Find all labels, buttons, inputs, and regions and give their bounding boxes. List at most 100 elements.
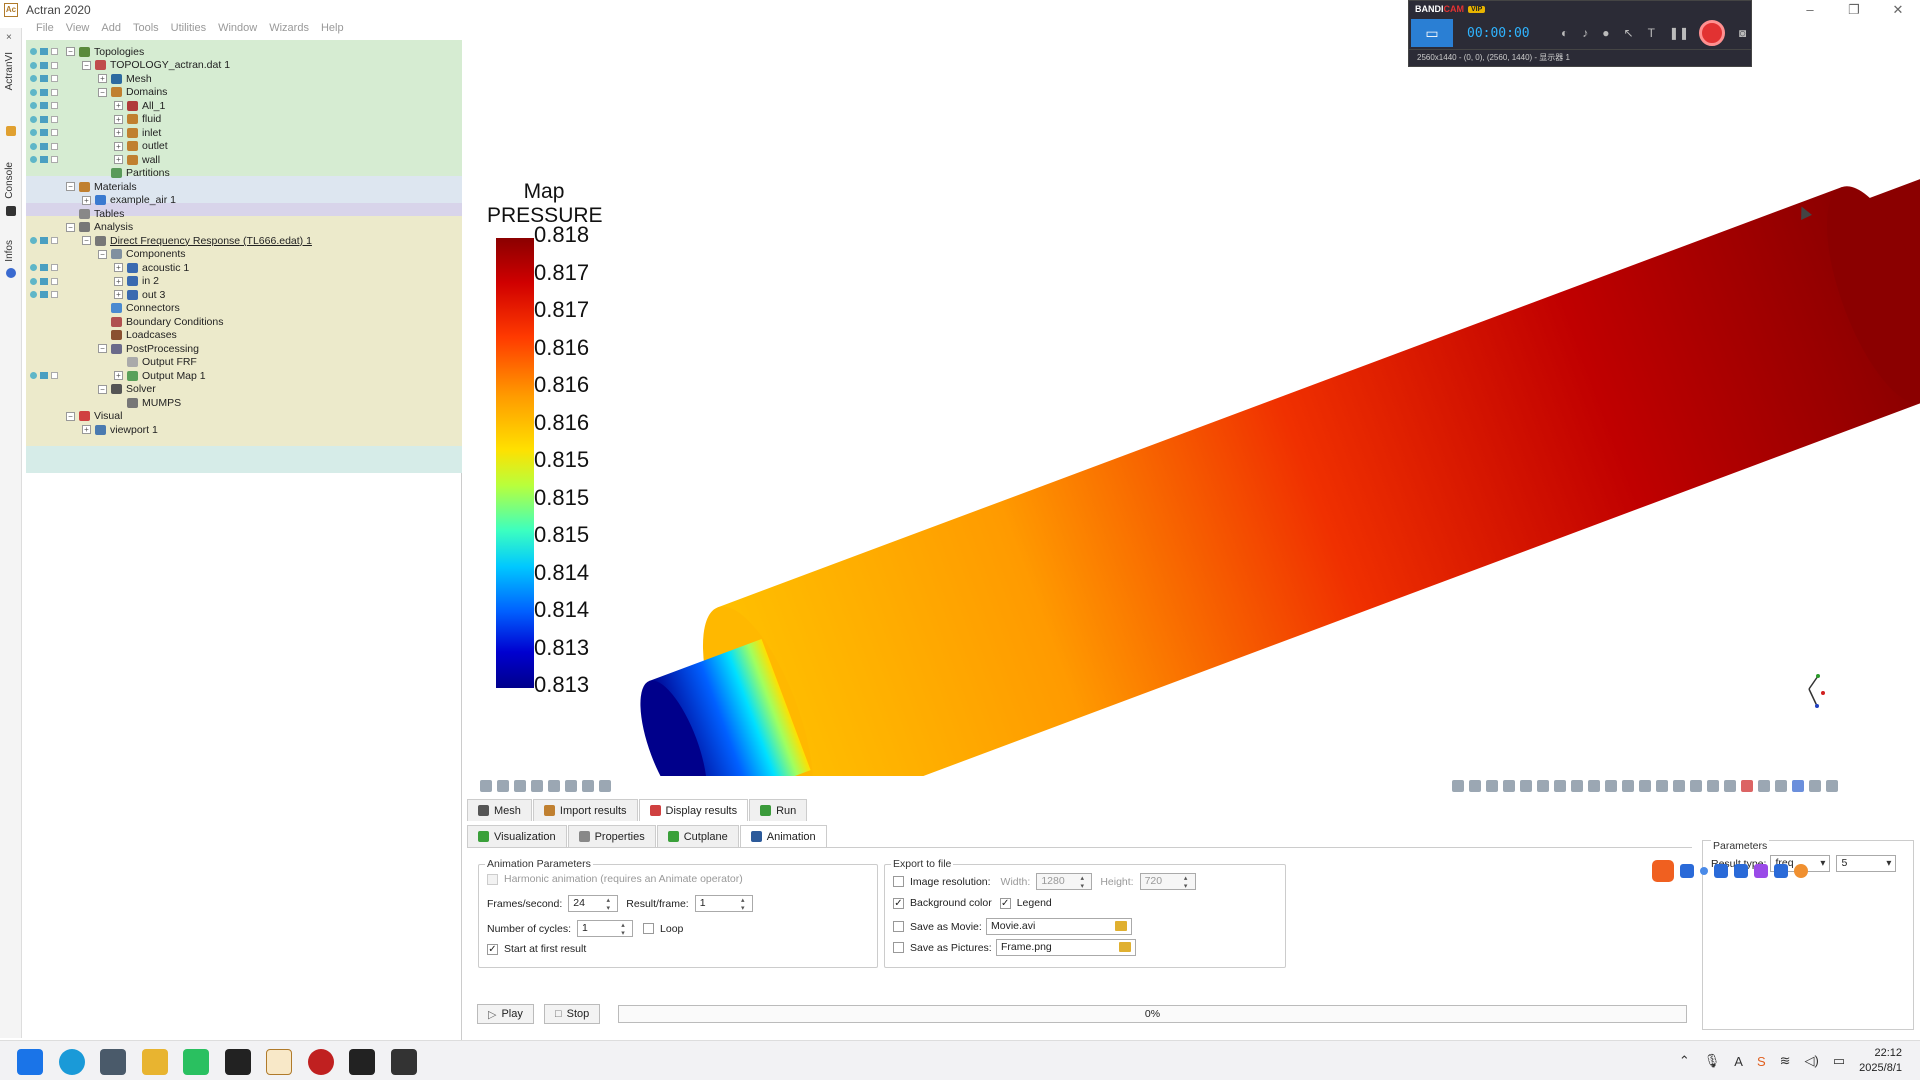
ime-punct-icon[interactable] xyxy=(1700,867,1708,875)
camera-icon[interactable]: ◙ xyxy=(1739,26,1746,40)
cmd-icon[interactable] xyxy=(349,1049,375,1075)
tab-import-results[interactable]: Import results xyxy=(532,799,638,821)
lock-box-icon[interactable] xyxy=(51,372,58,379)
screenshot-icon[interactable] xyxy=(1758,780,1770,792)
pressure-map-render[interactable] xyxy=(463,36,1920,776)
menu-wizards[interactable]: Wizards xyxy=(269,22,309,34)
collapse-icon[interactable]: − xyxy=(98,249,107,259)
screen-mode-icon[interactable]: ▭ xyxy=(1411,19,1453,47)
expand-icon[interactable]: + xyxy=(114,276,123,286)
visibility-toggles[interactable] xyxy=(30,264,58,271)
visible-dot-icon[interactable] xyxy=(30,61,37,69)
lock-box-icon[interactable] xyxy=(51,115,58,123)
expand-icon[interactable] xyxy=(114,398,123,407)
render-mode-icon[interactable] xyxy=(40,48,48,55)
view-back-icon[interactable] xyxy=(1571,780,1583,792)
undo-view-icon[interactable] xyxy=(1503,780,1515,792)
wechat-icon[interactable] xyxy=(183,1049,209,1075)
rpf-spinbox[interactable]: 1 xyxy=(694,895,753,912)
menu-tools[interactable]: Tools xyxy=(133,22,159,34)
chart-icon[interactable] xyxy=(1724,780,1736,792)
lock-box-icon[interactable] xyxy=(51,48,58,55)
tree-item[interactable]: − Analysis xyxy=(66,221,133,235)
lock-box-icon[interactable] xyxy=(51,277,58,285)
visibility-toggles[interactable] xyxy=(30,291,58,298)
tree-item[interactable]: + inlet xyxy=(114,126,161,140)
tree-item[interactable]: − PostProcessing xyxy=(98,342,199,356)
visible-dot-icon[interactable] xyxy=(30,291,37,298)
width-spinbox[interactable]: 1280 xyxy=(1036,873,1093,890)
cycles-spinbox[interactable]: 1 xyxy=(577,920,634,937)
tree-item[interactable]: + out 3 xyxy=(114,288,165,302)
visibility-toggles[interactable] xyxy=(30,372,58,379)
lock-box-icon[interactable] xyxy=(51,61,58,69)
layout-single-icon[interactable] xyxy=(1809,780,1821,792)
tree-item[interactable]: + outlet xyxy=(114,140,168,154)
tree-item[interactable]: − Solver xyxy=(98,383,156,397)
tree-item[interactable]: Loadcases xyxy=(98,329,177,343)
tree-item[interactable]: − Topologies xyxy=(66,45,144,59)
visible-dot-icon[interactable] xyxy=(30,115,37,123)
mic-icon[interactable]: ● xyxy=(1602,26,1609,40)
tab-actranvi[interactable]: ActranVI xyxy=(4,52,15,90)
app-ic-icon[interactable] xyxy=(391,1049,417,1075)
tree-item[interactable]: + All_1 xyxy=(114,99,165,113)
collapse-icon[interactable]: − xyxy=(66,411,75,421)
tree-item[interactable]: − Components xyxy=(98,248,186,262)
wifi-icon[interactable]: ≋ xyxy=(1780,1053,1791,1069)
visible-dot-icon[interactable] xyxy=(30,88,37,96)
tree-item[interactable]: Output FRF xyxy=(114,356,197,370)
movie-filename-field[interactable]: Movie.avi xyxy=(986,918,1132,935)
expand-icon[interactable] xyxy=(98,169,107,178)
view-top-icon[interactable] xyxy=(1622,780,1634,792)
render-mode-icon[interactable] xyxy=(40,129,48,136)
lock-box-icon[interactable] xyxy=(51,88,58,96)
visibility-toggles[interactable] xyxy=(30,237,58,244)
text-overlay-icon[interactable]: T xyxy=(1648,26,1655,40)
expand-icon[interactable] xyxy=(98,331,107,340)
expand-icon[interactable]: + xyxy=(114,290,123,300)
tree-item[interactable]: + example_air 1 xyxy=(82,194,176,208)
clock[interactable]: 22:12 2025/8/1 xyxy=(1859,1046,1902,1076)
visible-dot-icon[interactable] xyxy=(30,129,37,136)
tree-item[interactable]: − Direct Frequency Response (TL666.edat) … xyxy=(82,234,312,248)
expand-icon[interactable] xyxy=(66,209,75,218)
menu-help[interactable]: Help xyxy=(321,22,344,34)
close-icon[interactable]: ✕ xyxy=(1876,0,1920,20)
fps-spinbox[interactable]: 24 xyxy=(568,895,619,912)
view-iso3-icon[interactable] xyxy=(1690,780,1702,792)
edge-browser-icon[interactable] xyxy=(59,1049,85,1075)
volume-icon[interactable]: ◁) xyxy=(1805,1053,1819,1069)
folder-open-icon[interactable] xyxy=(1119,942,1131,952)
tray-mic-icon[interactable]: 🎙 xyxy=(1704,1053,1721,1069)
start-windows-icon[interactable] xyxy=(17,1049,43,1075)
save-movie-checkbox[interactable] xyxy=(893,921,904,932)
visible-dot-icon[interactable] xyxy=(30,372,37,379)
lock-box-icon[interactable] xyxy=(51,102,58,109)
tray-sogou-icon[interactable]: S xyxy=(1757,1054,1766,1069)
tree-item[interactable]: MUMPS xyxy=(114,396,181,410)
visible-dot-icon[interactable] xyxy=(30,156,37,163)
render-mode-icon[interactable] xyxy=(40,291,48,298)
terminal-app-icon[interactable] xyxy=(100,1049,126,1075)
render-mode-icon[interactable] xyxy=(40,237,48,244)
harmonic-checkbox[interactable] xyxy=(487,873,498,885)
book-icon[interactable] xyxy=(582,780,594,792)
ime-emoji-icon[interactable] xyxy=(1794,864,1808,878)
axes-icon[interactable] xyxy=(1775,780,1787,792)
lock-box-icon[interactable] xyxy=(51,156,58,163)
view-bottom-icon[interactable] xyxy=(1639,780,1651,792)
tab-run[interactable]: Run xyxy=(749,799,808,821)
menu-add[interactable]: Add xyxy=(101,22,121,34)
collapse-icon[interactable]: − xyxy=(98,344,107,354)
visible-dot-icon[interactable] xyxy=(30,75,37,82)
media-app-icon[interactable] xyxy=(225,1049,251,1075)
expand-icon[interactable] xyxy=(98,317,107,326)
tree-item[interactable]: − TOPOLOGY_actran.dat 1 xyxy=(82,59,230,73)
collapse-icon[interactable]: − xyxy=(66,182,75,192)
view-right-icon[interactable] xyxy=(1605,780,1617,792)
expand-icon[interactable]: + xyxy=(98,74,107,84)
start-first-checkbox[interactable]: ✓ xyxy=(487,943,498,955)
lock-box-icon[interactable] xyxy=(51,142,58,150)
visible-dot-icon[interactable] xyxy=(30,277,37,285)
